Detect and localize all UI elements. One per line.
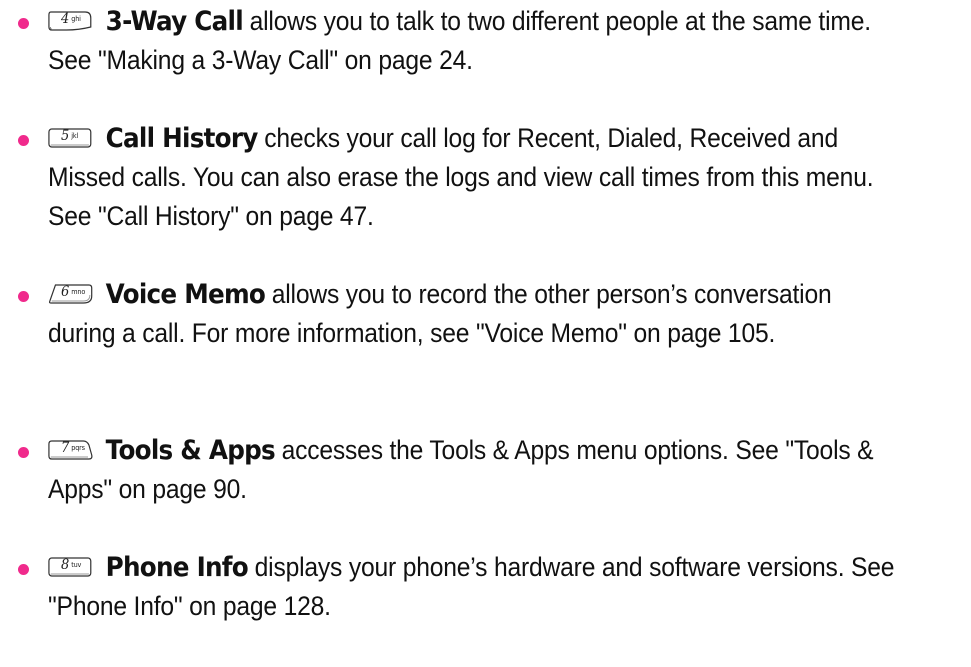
keypad-8-key-icon: 8 tuv: [48, 555, 93, 577]
item-title: Tools & Apps: [105, 435, 276, 466]
keypad-4-key-icon: 4 ghi: [48, 9, 93, 31]
list-item-text: 7 pqrs Tools & Apps accesses the Tools &…: [48, 431, 899, 509]
list-item-text: 5 jkl Call History checks your call log …: [48, 119, 899, 236]
list-item-text: 8 tuv Phone Info displays your phone’s h…: [48, 548, 899, 626]
item-title: Phone Info: [105, 552, 249, 583]
keypad-5-key-icon: 5 jkl: [48, 126, 93, 148]
item-title: Voice Memo: [105, 279, 266, 310]
keypad-6-key-icon: 6 mno: [48, 282, 93, 304]
bullet-icon: [18, 564, 29, 575]
bullet-icon: [18, 18, 29, 29]
bullet-icon: [18, 135, 29, 146]
item-title: Call History: [105, 123, 259, 154]
list-item-text: 4 ghi 3-Way Call allows you to talk to t…: [48, 2, 899, 80]
list-item-text: 6 mno Voice Memo allows you to record th…: [48, 275, 899, 353]
bullet-icon: [18, 447, 29, 458]
keypad-7-key-icon: 7 pqrs: [48, 438, 93, 460]
item-title: 3-Way Call: [105, 6, 244, 37]
bullet-icon: [18, 291, 29, 302]
